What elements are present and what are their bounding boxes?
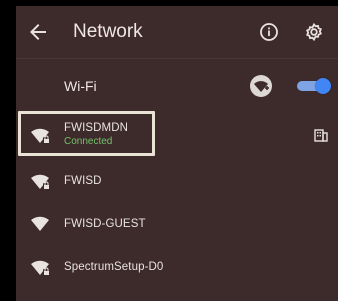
gear-icon[interactable] [302,20,326,44]
network-item-fwisd-guest[interactable]: FWISD-GUEST [16,204,338,244]
network-name: FWISD [64,175,102,187]
enterprise-policy-icon [314,129,328,142]
wifi-secure-icon [31,174,50,189]
wifi-toggle-row[interactable]: Wi-Fi [16,66,338,106]
info-icon[interactable] [257,20,281,44]
network-name: SpectrumSetup-D0 [64,261,164,273]
toggle-knob [315,78,331,94]
network-item-fwisd[interactable]: FWISD [16,162,338,202]
wifi-secure-icon [31,260,50,275]
page-title: Network [73,21,143,42]
add-wifi-icon [254,81,269,92]
wifi-label: Wi-Fi [64,78,97,94]
header: Network [16,6,338,58]
wifi-icon [31,216,49,231]
header-divider [16,58,338,59]
wifi-toggle[interactable] [297,77,331,95]
selection-highlight-box [18,111,155,156]
network-item-spectrumsetup[interactable]: SpectrumSetup-D0 [16,248,338,288]
back-arrow-icon[interactable] [26,20,50,44]
network-name: FWISD-GUEST [64,218,146,230]
add-network-button[interactable] [250,75,272,97]
